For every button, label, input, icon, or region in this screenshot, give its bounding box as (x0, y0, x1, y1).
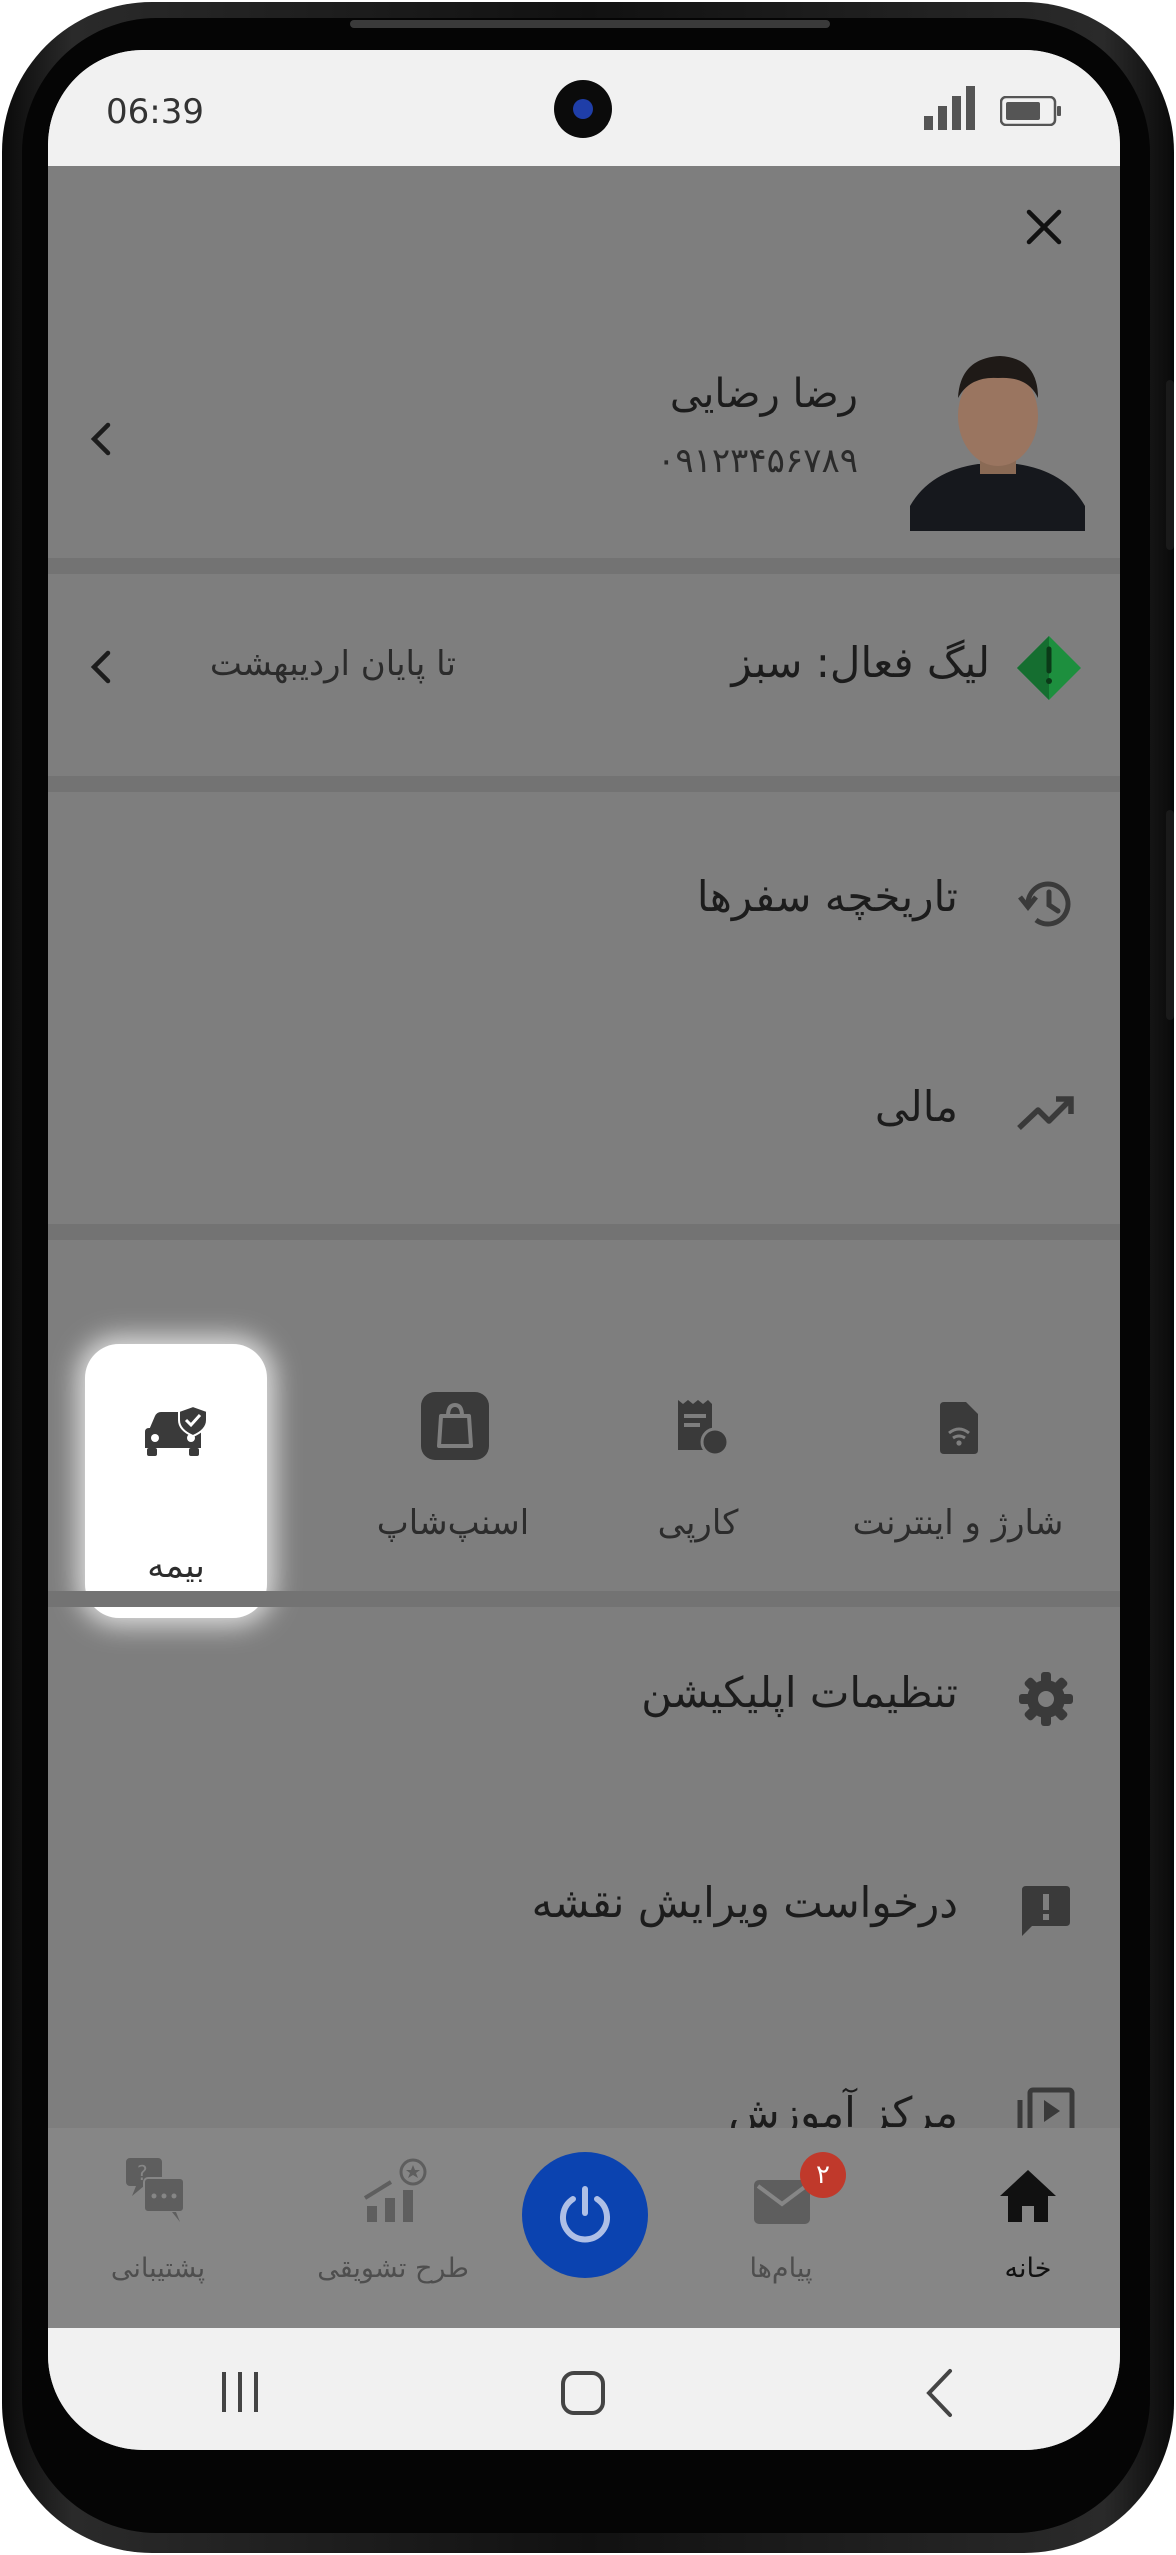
sim-card-icon (940, 1402, 978, 1454)
service-insurance[interactable]: بیمه (85, 1344, 267, 1618)
divider (48, 558, 1120, 574)
battery-icon (1000, 96, 1061, 126)
nav-label: طرح تشویقی (317, 2253, 469, 2284)
divider (48, 1591, 1120, 1607)
earpiece (350, 20, 830, 28)
gear-icon (1019, 1672, 1073, 1726)
service-charge-internet[interactable]: شارژ و اینترنت (848, 1240, 1068, 1570)
menu-item-label: تنظیمات اپلیکیشن (641, 1668, 958, 1717)
system-navigation-bar (48, 2328, 1120, 2450)
mail-icon (754, 2180, 810, 2224)
menu-item-label: مالی (874, 1082, 958, 1131)
service-label: کارپی (657, 1503, 739, 1543)
incentive-chart-icon (363, 2158, 427, 2222)
status-bar: 06:39 (48, 50, 1120, 166)
service-carpi[interactable]: کارپی (588, 1240, 808, 1570)
front-camera (554, 80, 612, 138)
league-gem-icon (1017, 636, 1081, 700)
chevron-left-icon (90, 422, 111, 456)
menu-item-app-settings[interactable]: تنظیمات اپلیکیشن (48, 1616, 1120, 1776)
home-icon (1000, 2170, 1056, 2222)
history-icon (1018, 881, 1071, 927)
menu-item-label: درخواست ویرایش نقشه (531, 1878, 958, 1927)
power-button (1166, 810, 1174, 1020)
close-icon[interactable] (1023, 206, 1065, 248)
power-icon (560, 2186, 610, 2243)
profile-phone: ۰۹۱۲۳۴۵۶۷۸۹ (657, 441, 858, 481)
feedback-icon (1022, 1886, 1070, 1936)
phone-screen: 06:39 رضا رضایی ۰۹۱۲۳۴۵۶۷۸۹ تا پایان ارد… (48, 50, 1120, 2450)
services-row: شارژ و اینترنت کارپی اسنپ‌ش (48, 1240, 1120, 1618)
divider (48, 776, 1120, 792)
service-label: اسنپ‌شاپ (376, 1503, 530, 1543)
car-insurance-icon (145, 1404, 208, 1456)
drawer-overlay: رضا رضایی ۰۹۱۲۳۴۵۶۷۸۹ تا پایان اردیبهشت … (48, 166, 1120, 2450)
menu-item-finance[interactable]: مالی (48, 1032, 1120, 1192)
nav-support[interactable]: ? پشتیبانی (78, 2128, 238, 2328)
service-snappshop[interactable]: اسنپ‌شاپ (343, 1240, 563, 1570)
nav-label: پشتیبانی (110, 2253, 206, 2284)
menu-item-trip-history[interactable]: تاریخچه سفرها (48, 822, 1120, 982)
signal-icon (924, 86, 975, 130)
league-label: لیگ فعال: سبز (731, 638, 990, 687)
nav-messages[interactable]: ۲ پیام‌ها (696, 2128, 866, 2328)
trending-up-icon (1017, 1096, 1074, 1130)
menu-item-label: تاریخچه سفرها (696, 872, 958, 921)
nav-home[interactable]: خانه (948, 2128, 1108, 2328)
chevron-left-icon (90, 650, 111, 684)
nav-label: پیام‌ها (749, 2253, 813, 2284)
messages-badge: ۲ (800, 2152, 846, 2198)
menu-item-map-edit-request[interactable]: درخواست ویرایش نقشه (48, 1826, 1120, 1986)
nav-incentive[interactable]: طرح تشویقی (293, 2128, 493, 2328)
service-label: بیمه (147, 1546, 205, 1586)
receipt-icon (678, 1400, 730, 1457)
profile-row[interactable]: رضا رضایی ۰۹۱۲۳۴۵۶۷۸۹ (48, 331, 1120, 531)
status-time: 06:39 (106, 92, 204, 132)
nav-label: خانه (1004, 2253, 1052, 2284)
league-row[interactable]: تا پایان اردیبهشت لیگ فعال: سبز (48, 574, 1120, 764)
back-icon[interactable] (924, 2368, 954, 2418)
support-chat-icon: ? (126, 2158, 185, 2222)
volume-button (1166, 380, 1174, 550)
profile-name: رضا رضایی (669, 371, 858, 417)
shopping-bag-icon (421, 1392, 489, 1460)
service-label: شارژ و اینترنت (852, 1503, 1064, 1543)
home-button-icon[interactable] (560, 2370, 606, 2416)
divider (48, 1224, 1120, 1240)
online-toggle-button[interactable] (522, 2152, 648, 2278)
bottom-navigation: خانه ۲ پیام‌ها (48, 2128, 1120, 2328)
avatar (910, 356, 1085, 531)
league-period: تا پایان اردیبهشت (209, 644, 456, 684)
recent-apps-icon[interactable] (218, 2370, 262, 2414)
